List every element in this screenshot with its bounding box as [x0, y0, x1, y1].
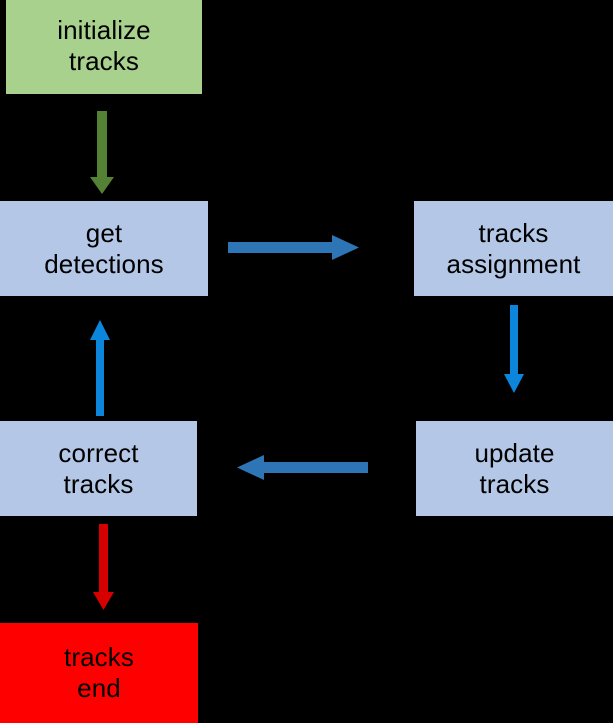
node-correct-tracks-line1: correct	[58, 437, 139, 468]
arrow-down-red-icon	[93, 524, 114, 610]
node-tracks-end-line1: tracks	[64, 642, 134, 673]
node-initialize-tracks-line2: tracks	[69, 46, 139, 76]
arrow-down-blue-icon	[504, 305, 524, 393]
node-update-tracks-line1: update	[474, 437, 555, 468]
node-get-detections[interactable]: get detections	[0, 201, 208, 296]
arrow-right-blue-icon	[228, 235, 359, 260]
node-get-detections-line2: detections	[44, 248, 164, 279]
arrow-correct-tracks-to-tracks-end	[93, 524, 114, 610]
arrow-left-blue-icon	[237, 455, 368, 480]
flowchart-canvas: initialize tracks get detections tracks …	[0, 0, 613, 723]
node-tracks-assignment-line2: assignment	[446, 248, 581, 279]
arrow-initialize-tracks-to-get-detections	[90, 111, 114, 194]
node-initialize-tracks-line1: initialize	[57, 15, 151, 46]
arrow-get-detections-to-tracks-assignment	[228, 235, 359, 260]
arrow-correct-tracks-to-get-detections	[90, 320, 110, 416]
node-correct-tracks-line2: tracks	[63, 468, 134, 499]
node-tracks-end-line2: end	[77, 673, 121, 703]
node-get-detections-line1: get	[85, 217, 123, 248]
node-update-tracks-line2: tracks	[479, 468, 550, 499]
node-update-tracks[interactable]: update tracks	[416, 421, 613, 516]
node-tracks-assignment-line1: tracks	[478, 217, 549, 248]
arrow-tracks-assignment-to-update-tracks	[504, 305, 524, 393]
node-tracks-assignment[interactable]: tracks assignment	[414, 201, 613, 296]
arrow-up-blue-icon	[90, 320, 110, 416]
arrow-update-tracks-to-correct-tracks	[237, 455, 368, 480]
node-tracks-end[interactable]: tracks end	[0, 623, 198, 723]
arrow-down-green-icon	[90, 111, 114, 194]
node-initialize-tracks[interactable]: initialize tracks	[6, 0, 202, 94]
node-correct-tracks[interactable]: correct tracks	[0, 421, 197, 516]
